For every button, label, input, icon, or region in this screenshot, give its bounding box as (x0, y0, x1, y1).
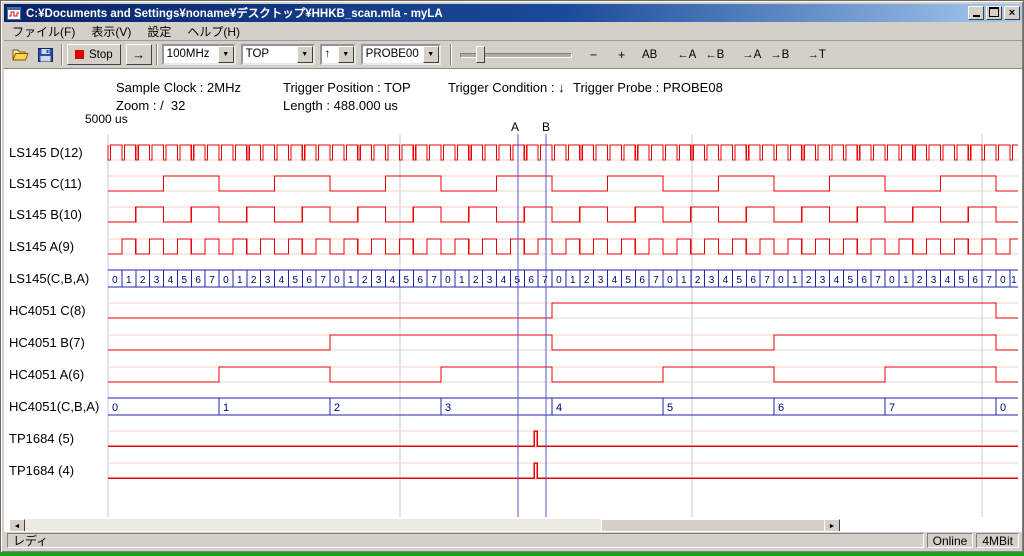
minimize-icon (973, 15, 980, 17)
next-b-button[interactable]: →B (766, 44, 794, 66)
app-window: C:¥Documents and Settings¥noname¥デスクトップ¥… (0, 0, 1024, 553)
sample-clock-info: Sample Clock : 2MHz (116, 80, 241, 95)
trigger-probe-value: PROBE00 (363, 46, 423, 63)
sample-clock-value: 100MHz (164, 46, 218, 63)
zoom-slider[interactable] (460, 44, 572, 66)
cursor-a-label[interactable]: A (511, 120, 519, 134)
channel-label: LS145 B(10) (9, 207, 82, 223)
chevron-down-icon[interactable]: ▼ (218, 46, 234, 63)
status-memory: 4MBit (976, 533, 1019, 548)
trigger-position-combo[interactable]: TOP ▼ (241, 44, 315, 65)
zoom-ab-button[interactable]: AB (636, 44, 664, 66)
sample-clock-combo[interactable]: 100MHz ▼ (162, 44, 236, 65)
main-panel (4, 69, 1022, 537)
stop-button[interactable]: Stop (67, 44, 121, 65)
menu-help[interactable]: ヘルプ(H) (179, 21, 248, 42)
zoom-info: Zoom : / 32 (116, 98, 185, 113)
menu-settings[interactable]: 設定 (139, 21, 179, 42)
chevron-down-icon[interactable]: ▼ (338, 46, 354, 63)
channel-label: LS145(C,B,A) (9, 271, 89, 287)
save-floppy-icon (38, 48, 53, 62)
trigger-edge-combo[interactable]: ↑ ▼ (320, 44, 356, 65)
open-button[interactable] (9, 44, 33, 66)
trigger-condition-info: Trigger Condition : ↓ (448, 80, 565, 95)
maximize-icon (989, 7, 999, 17)
close-button[interactable]: × (1004, 6, 1020, 20)
channel-label: LS145 C(11) (9, 176, 82, 192)
trigger-position-value: TOP (243, 46, 297, 63)
menu-file[interactable]: ファイル(F) (4, 21, 83, 42)
channel-label: TP1684 (4) (9, 463, 74, 479)
next-a-button[interactable]: →A (738, 44, 766, 66)
open-folder-icon (12, 48, 30, 62)
run-arrow-icon: → (132, 47, 145, 62)
chevron-down-icon[interactable]: ▼ (297, 46, 313, 63)
zoom-out-button[interactable]: − (580, 44, 608, 66)
trigger-edge-value: ↑ (322, 46, 338, 63)
run-button[interactable]: → (126, 44, 152, 65)
goto-a-button[interactable]: ←A (673, 44, 701, 66)
toolbar-separator (450, 44, 452, 65)
zoom-slider-thumb[interactable] (476, 46, 485, 63)
channel-label: LS145 A(9) (9, 239, 74, 255)
close-icon: × (1009, 7, 1015, 19)
channel-label: LS145 D(12) (9, 145, 83, 161)
save-button[interactable] (33, 44, 57, 66)
maximize-button[interactable] (986, 6, 1002, 20)
scroll-left-icon: ◄ (14, 523, 21, 530)
channel-label: HC4051 A(6) (9, 367, 84, 383)
titlebar[interactable]: C:¥Documents and Settings¥noname¥デスクトップ¥… (4, 4, 1022, 22)
cursor-b-label[interactable]: B (542, 120, 550, 134)
goto-trigger-button[interactable]: →T (803, 44, 831, 66)
time-scale-label: 5000 us (85, 112, 128, 126)
channel-label: HC4051 B(7) (9, 335, 85, 351)
status-ready: レディ (7, 533, 924, 548)
stop-label: Stop (89, 49, 113, 61)
window-title: C:¥Documents and Settings¥noname¥デスクトップ¥… (24, 5, 966, 21)
stop-icon (75, 50, 84, 59)
length-info: Length : 488.000 us (283, 98, 398, 113)
toolbar-separator (61, 44, 63, 65)
toolbar-separator (156, 44, 158, 65)
toolbar: Stop → 100MHz ▼ TOP ▼ ↑ ▼ PROBE00 ▼ − + … (4, 41, 1022, 69)
trigger-position-info: Trigger Position : TOP (283, 80, 411, 95)
trigger-probe-combo[interactable]: PROBE00 ▼ (361, 44, 441, 65)
chevron-down-icon[interactable]: ▼ (423, 46, 439, 63)
status-online: Online (927, 533, 974, 548)
zoom-in-button[interactable]: + (608, 44, 636, 66)
menubar: ファイル(F) 表示(V) 設定 ヘルプ(H) (4, 22, 1022, 41)
minimize-button[interactable] (968, 6, 984, 20)
goto-b-button[interactable]: ←B (701, 44, 729, 66)
channel-label: TP1684 (5) (9, 431, 74, 447)
app-icon (6, 6, 22, 20)
channel-label: HC4051 C(8) (9, 303, 86, 319)
channel-label: HC4051(C,B,A) (9, 399, 99, 415)
statusbar: レディ Online 4MBit (4, 531, 1022, 549)
menu-view[interactable]: 表示(V) (83, 21, 139, 42)
trigger-probe-info: Trigger Probe : PROBE08 (573, 80, 723, 95)
scroll-right-icon: ► (829, 523, 836, 530)
